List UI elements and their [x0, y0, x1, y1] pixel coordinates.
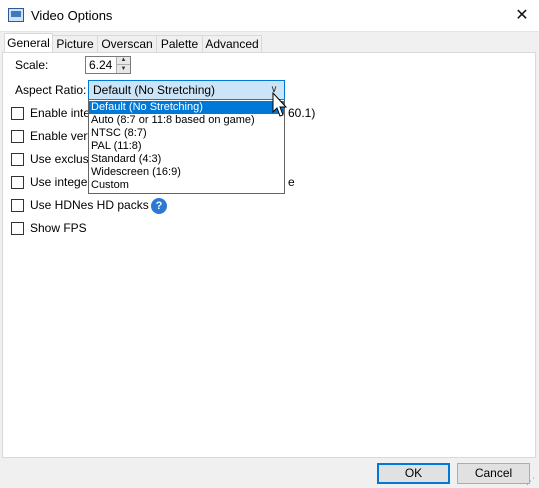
- checkbox-exclusive-fullscreen[interactable]: [11, 153, 24, 166]
- question-mark-icon[interactable]: ?: [151, 198, 167, 214]
- checkbox-vsync-label: Enable verti: [30, 129, 94, 143]
- dropdown-option-custom[interactable]: Custom: [89, 179, 284, 192]
- checkbox-integer-scale[interactable]: [11, 176, 24, 189]
- stepper-up-icon[interactable]: ▲: [117, 57, 130, 65]
- checkbox-hd-packs[interactable]: [11, 199, 24, 212]
- dropdown-option-pal[interactable]: PAL (11:8): [89, 140, 284, 153]
- checkbox-integer-fps[interactable]: [11, 107, 24, 120]
- dropdown-option-ntsc[interactable]: NTSC (8:7): [89, 127, 284, 140]
- scale-stepper[interactable]: 6.24 ▲ ▼: [85, 56, 131, 74]
- tab-overscan[interactable]: Overscan: [97, 35, 157, 52]
- title-bar: Video Options ✕: [0, 0, 539, 32]
- ok-button[interactable]: OK: [377, 463, 450, 484]
- scale-label: Scale:: [15, 58, 49, 72]
- dropdown-option-default[interactable]: Default (No Stretching): [89, 101, 284, 114]
- tab-general[interactable]: General: [4, 33, 53, 52]
- dropdown-option-auto[interactable]: Auto (8:7 or 11:8 based on game): [89, 114, 284, 127]
- scale-value[interactable]: 6.24: [89, 58, 112, 72]
- resize-grip-icon[interactable]: ⋰: [526, 476, 535, 487]
- checkbox-integer-scale-label: Use integer: [30, 175, 92, 189]
- aspect-ratio-select[interactable]: Default (No Stretching) ∨: [88, 80, 285, 100]
- close-button[interactable]: ✕: [505, 1, 539, 30]
- checkbox-hd-packs-label: Use HDNes HD packs: [30, 198, 149, 212]
- checkbox-show-fps-label: Show FPS: [30, 221, 87, 235]
- aspect-ratio-selected: Default (No Stretching): [93, 83, 216, 97]
- checkbox-integer-fps-label: Enable integ: [30, 106, 97, 120]
- cancel-button[interactable]: Cancel: [457, 463, 530, 484]
- checkbox-show-fps[interactable]: [11, 222, 24, 235]
- checkbox-integer-fps-trailing: 60.1): [288, 106, 316, 120]
- stepper-down-icon[interactable]: ▼: [117, 65, 130, 73]
- app-icon: [8, 8, 24, 22]
- dropdown-option-widescreen[interactable]: Widescreen (16:9): [89, 166, 284, 179]
- checkbox-integer-scale-trailing: e: [288, 175, 295, 189]
- window-title: Video Options: [31, 8, 113, 23]
- mouse-cursor-icon: [272, 92, 288, 117]
- checkbox-vsync[interactable]: [11, 130, 24, 143]
- aspect-ratio-dropdown-list: Default (No Stretching) Auto (8:7 or 11:…: [88, 99, 285, 194]
- tab-picture[interactable]: Picture: [52, 35, 98, 52]
- tab-advanced[interactable]: Advanced: [202, 35, 262, 52]
- dropdown-option-standard[interactable]: Standard (4:3): [89, 153, 284, 166]
- tab-palette[interactable]: Palette: [156, 35, 203, 52]
- aspect-ratio-label: Aspect Ratio:: [15, 83, 87, 97]
- scale-stepper-buttons: ▲ ▼: [116, 57, 130, 73]
